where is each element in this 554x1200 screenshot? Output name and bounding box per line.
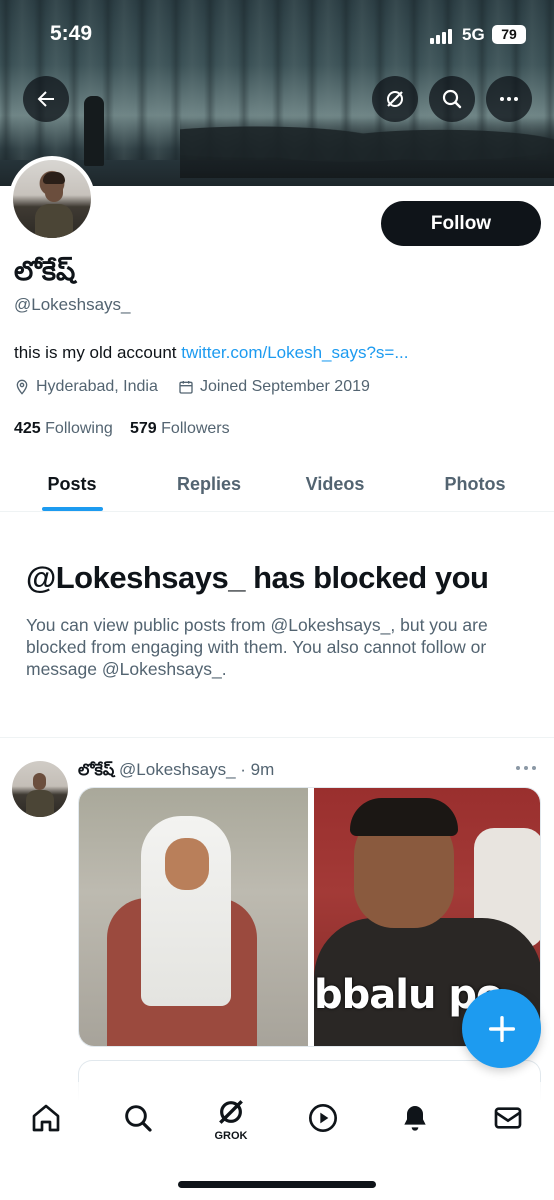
tab-posts[interactable]: Posts	[12, 456, 132, 512]
nav-notifications[interactable]	[395, 1098, 435, 1138]
blocked-title: @Lokeshsays_ has blocked you	[26, 560, 489, 595]
avatar-hair	[43, 172, 65, 184]
image-face	[165, 838, 209, 890]
section-divider	[0, 737, 554, 738]
grok-icon	[219, 1100, 243, 1124]
avatar-body	[35, 204, 73, 238]
search-icon	[442, 89, 462, 109]
profile-bio: this is my old account twitter.com/Lokes…	[14, 343, 409, 363]
post-header: లోకేష్ @Lokeshsays_ · 9m	[78, 760, 274, 783]
image-hair	[350, 798, 458, 836]
display-name: లోకేష్	[14, 256, 76, 287]
following-count: 425	[14, 420, 41, 437]
post-more-icon[interactable]	[516, 766, 540, 772]
post-image-1[interactable]	[79, 788, 308, 1046]
tab-photos[interactable]: Photos	[415, 456, 535, 512]
more-icon	[500, 97, 518, 101]
more-button[interactable]	[486, 76, 532, 122]
back-button[interactable]	[23, 76, 69, 122]
play-icon	[309, 1104, 337, 1132]
battery-icon: 79	[492, 25, 526, 44]
followers-label: Followers	[161, 420, 230, 437]
grok-label: GROK	[214, 1130, 248, 1142]
back-arrow-icon	[37, 91, 54, 107]
followers-count: 579	[130, 420, 157, 437]
blocked-description: You can view public posts from @Lokeshsa…	[26, 615, 488, 679]
profile-tabs: Posts Replies Videos Photos	[0, 456, 554, 512]
nav-video[interactable]	[303, 1098, 343, 1138]
grok-button[interactable]	[372, 76, 418, 122]
avatar-head	[33, 773, 46, 790]
bio-link[interactable]: twitter.com/Lokesh_says?s=...	[181, 343, 408, 362]
compose-button[interactable]	[462, 989, 541, 1068]
status-time: 5:49	[50, 22, 93, 45]
profile-handle: @Lokeshsays_	[14, 295, 131, 314]
banner-crowd	[180, 118, 554, 178]
messages-icon	[494, 1107, 522, 1129]
tab-videos[interactable]: Videos	[275, 456, 395, 512]
post-time: · 9m	[240, 760, 275, 779]
profile-joined: Joined September 2019	[178, 378, 370, 396]
following-link[interactable]: 425 Following	[14, 420, 113, 438]
location-text: Hyderabad, India	[36, 378, 158, 395]
active-tab-indicator	[42, 507, 103, 511]
following-label: Following	[45, 420, 113, 437]
status-bar: 5:49 5G 79	[0, 0, 554, 70]
calendar-icon	[179, 381, 193, 394]
search-icon	[125, 1105, 152, 1132]
network-label: 5G	[462, 25, 485, 44]
follow-button[interactable]: Follow	[381, 201, 541, 246]
home-icon	[32, 1104, 60, 1132]
post-author-handle[interactable]: @Lokeshsays_	[119, 760, 236, 779]
banner-figure	[84, 96, 104, 166]
profile-location: Hyderabad, India	[14, 378, 158, 396]
post-author-avatar[interactable]	[12, 761, 68, 817]
plus-icon	[488, 1015, 515, 1042]
nav-search[interactable]	[118, 1098, 158, 1138]
signal-icon	[430, 28, 454, 44]
joined-text: Joined September 2019	[200, 378, 370, 395]
profile-avatar[interactable]	[9, 156, 95, 242]
avatar-body	[26, 790, 54, 817]
search-button[interactable]	[429, 76, 475, 122]
post-author-name[interactable]: లోకేష్	[78, 760, 114, 779]
notifications-icon	[404, 1106, 426, 1131]
grok-icon	[387, 91, 403, 107]
nav-home[interactable]	[26, 1098, 66, 1138]
followers-link[interactable]: 579 Followers	[130, 420, 230, 438]
nav-messages[interactable]	[488, 1098, 528, 1138]
home-indicator	[178, 1181, 376, 1188]
nav-grok[interactable]	[211, 1092, 251, 1132]
bio-text: this is my old account	[14, 343, 182, 362]
location-pin-icon	[16, 379, 28, 395]
tab-replies[interactable]: Replies	[149, 456, 269, 512]
